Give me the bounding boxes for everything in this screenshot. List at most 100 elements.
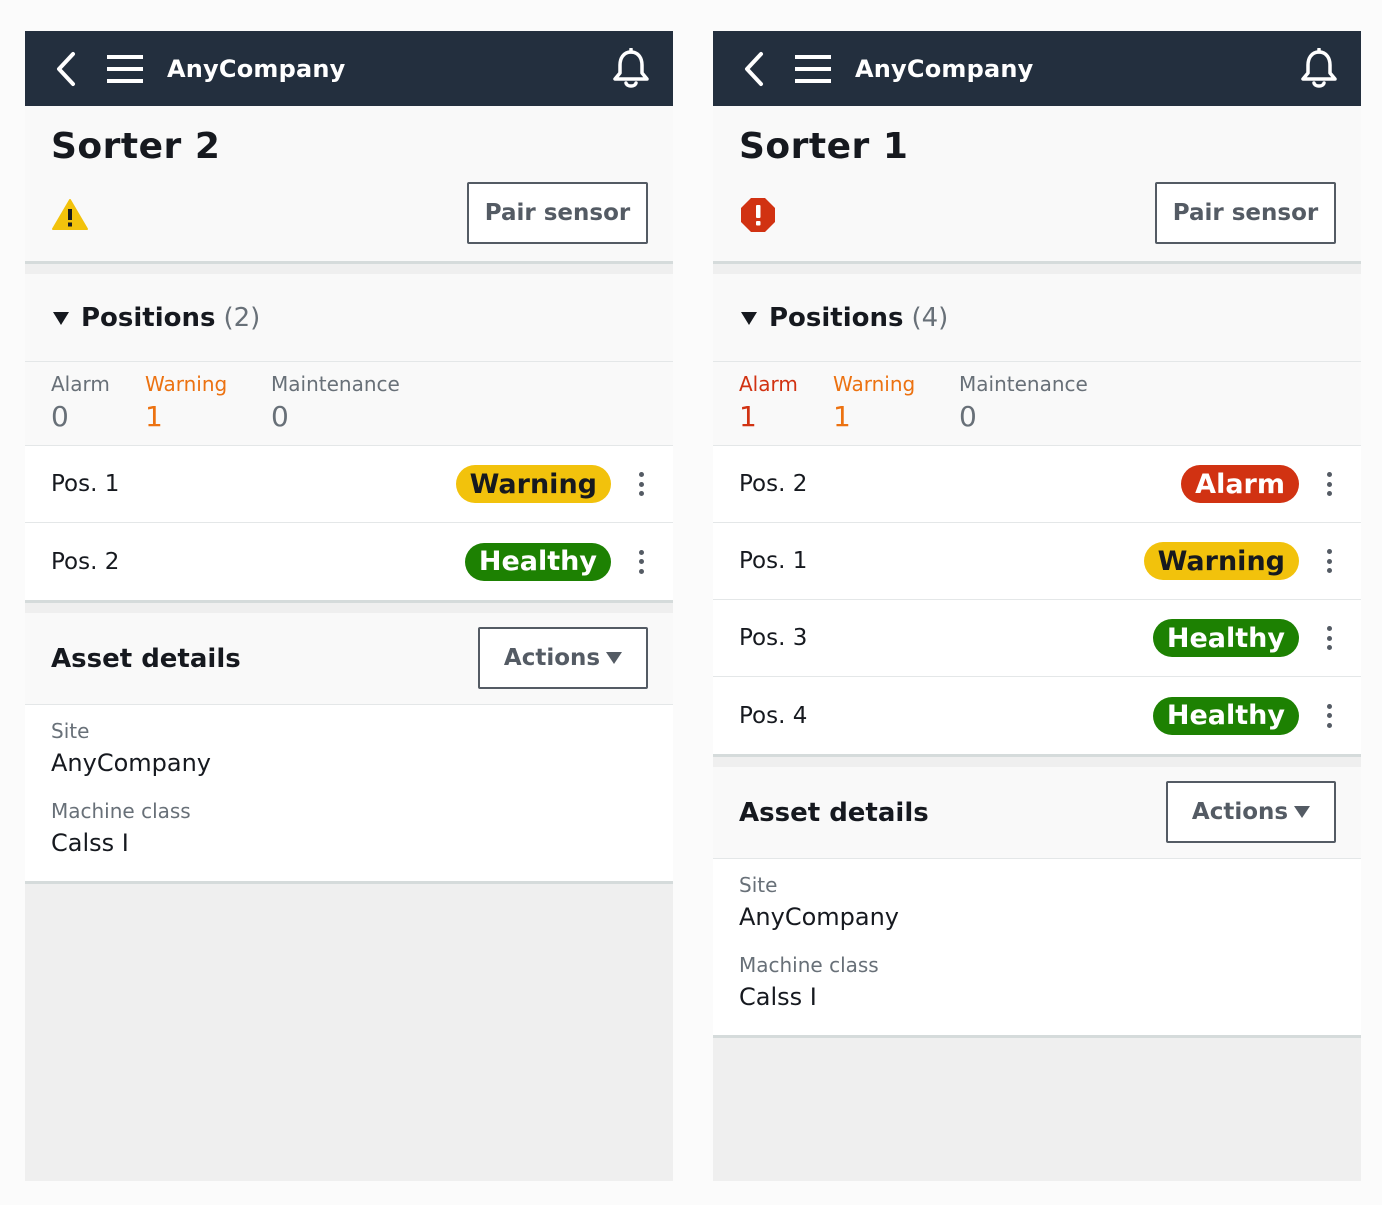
position-name: Pos. 3 xyxy=(739,625,808,651)
status-badge: Alarm xyxy=(1181,465,1299,503)
site-label: Site xyxy=(51,719,90,743)
asset-header: Sorter 2 Pair sensor xyxy=(25,106,673,264)
row-menu-button[interactable] xyxy=(1319,620,1339,656)
notifications-button[interactable] xyxy=(1299,47,1339,91)
positions-count: (2) xyxy=(223,302,261,333)
asset-details-body: Site AnyCompany Machine class Calss I xyxy=(713,859,1361,1038)
position-row[interactable]: Pos. 1 Warning xyxy=(25,446,673,523)
back-button[interactable] xyxy=(55,49,83,89)
caret-down-icon xyxy=(606,652,623,664)
machine-class-label: Machine class xyxy=(739,953,879,977)
positions-title: Positions xyxy=(81,302,216,333)
bell-icon xyxy=(1301,47,1337,88)
position-name: Pos. 1 xyxy=(51,471,120,497)
chevron-left-icon xyxy=(745,51,763,86)
actions-label: Actions xyxy=(503,645,601,671)
maintenance-counter-value: 0 xyxy=(959,400,977,433)
positions-expander[interactable]: Positions (2) xyxy=(25,274,673,362)
pair-sensor-button[interactable]: Pair sensor xyxy=(1155,182,1336,244)
section-gap xyxy=(25,603,673,613)
positions-list: Pos. 2 Alarm Pos. 1 Warning Pos. 3 Healt… xyxy=(713,446,1361,757)
alarm-counter-value: 1 xyxy=(739,400,757,433)
position-row[interactable]: Pos. 2 Alarm xyxy=(713,446,1361,523)
kebab-menu-icon xyxy=(1326,472,1332,477)
positions-count: (4) xyxy=(911,302,949,333)
maintenance-counter: Maintenance 0 xyxy=(271,372,400,445)
caret-down-icon xyxy=(53,312,69,325)
position-row[interactable]: Pos. 2 Healthy xyxy=(25,523,673,600)
back-button[interactable] xyxy=(743,49,771,89)
asset-details-body: Site AnyCompany Machine class Calss I xyxy=(25,705,673,884)
asset-details-section: Asset details Actions Site AnyCompany Ma… xyxy=(713,767,1361,1038)
actions-dropdown-button[interactable]: Actions xyxy=(478,627,648,689)
notifications-button[interactable] xyxy=(611,47,651,91)
maintenance-counter-value: 0 xyxy=(271,400,289,433)
positions-expander[interactable]: Positions (4) xyxy=(713,274,1361,362)
asset-details-section: Asset details Actions Site AnyCompany Ma… xyxy=(25,613,673,884)
hamburger-menu-icon xyxy=(107,54,143,83)
row-menu-button[interactable] xyxy=(631,544,651,580)
site-field: Site AnyCompany xyxy=(739,873,1335,931)
site-value: AnyCompany xyxy=(739,903,900,931)
machine-class-value: Calss I xyxy=(51,829,129,857)
row-menu-button[interactable] xyxy=(1319,466,1339,502)
section-gap xyxy=(713,757,1361,767)
alarm-octagon-icon xyxy=(741,198,775,232)
alarm-counter: Alarm 0 xyxy=(51,372,145,445)
section-gap xyxy=(713,264,1361,274)
positions-section: Positions (4) Alarm 1 Warning 1 Maintena… xyxy=(713,274,1361,757)
page-title: Sorter 2 xyxy=(51,126,221,167)
caret-down-icon xyxy=(1294,806,1311,818)
row-menu-button[interactable] xyxy=(1319,698,1339,734)
asset-header: Sorter 1 Pair sensor xyxy=(713,106,1361,264)
status-counters: Alarm 0 Warning 1 Maintenance 0 xyxy=(25,362,673,446)
menu-button[interactable] xyxy=(795,49,835,89)
position-name: Pos. 2 xyxy=(51,548,120,575)
bell-icon xyxy=(613,47,649,88)
machine-class-label: Machine class xyxy=(51,799,191,823)
status-badge: Healthy xyxy=(1152,619,1299,657)
screenshot-stage: AnyCompany Sorter 2 Pair sensor Position… xyxy=(0,0,1382,1205)
position-name: Pos. 2 xyxy=(739,471,808,497)
position-row[interactable]: Pos. 4 Healthy xyxy=(713,677,1361,754)
section-gap xyxy=(25,264,673,274)
positions-title: Positions xyxy=(769,302,904,333)
alarm-counter: Alarm 1 xyxy=(739,372,833,445)
warning-counter-value: 1 xyxy=(833,400,851,433)
asset-details-header: Asset details Actions xyxy=(713,767,1361,859)
alarm-counter-value: 0 xyxy=(51,400,69,433)
asset-details-title: Asset details xyxy=(739,797,929,828)
warning-counter-label: Warning xyxy=(145,372,228,396)
machine-class-value: Calss I xyxy=(739,983,817,1011)
caret-down-icon xyxy=(741,312,757,325)
chevron-left-icon xyxy=(57,51,75,86)
status-badge: Warning xyxy=(455,465,611,503)
status-badge: Healthy xyxy=(464,542,611,581)
asset-details-header: Asset details Actions xyxy=(25,613,673,705)
row-menu-button[interactable] xyxy=(631,466,651,502)
status-badge: Healthy xyxy=(1152,696,1299,735)
status-counters: Alarm 1 Warning 1 Maintenance 0 xyxy=(713,362,1361,446)
kebab-menu-icon xyxy=(1326,703,1332,709)
kebab-menu-icon xyxy=(1326,626,1332,631)
pair-sensor-button[interactable]: Pair sensor xyxy=(467,182,648,244)
kebab-menu-icon xyxy=(1326,549,1332,554)
maintenance-counter: Maintenance 0 xyxy=(959,372,1088,445)
position-row[interactable]: Pos. 3 Healthy xyxy=(713,600,1361,677)
site-label: Site xyxy=(739,873,778,897)
menu-button[interactable] xyxy=(107,49,147,89)
maintenance-counter-label: Maintenance xyxy=(271,372,400,396)
kebab-menu-icon xyxy=(638,549,644,555)
brand-name: AnyCompany xyxy=(855,54,1034,83)
actions-label: Actions xyxy=(1191,799,1289,825)
position-name: Pos. 4 xyxy=(739,702,808,729)
alarm-counter-label: Alarm xyxy=(739,372,798,396)
top-nav-bar: AnyCompany xyxy=(25,31,673,106)
machine-class-field: Machine class Calss I xyxy=(739,953,1335,1011)
position-row[interactable]: Pos. 1 Warning xyxy=(713,523,1361,600)
status-badge: Warning xyxy=(1143,542,1299,580)
hamburger-menu-icon xyxy=(795,54,831,83)
row-menu-button[interactable] xyxy=(1319,543,1339,579)
actions-dropdown-button[interactable]: Actions xyxy=(1166,781,1336,843)
site-value: AnyCompany xyxy=(51,749,212,777)
